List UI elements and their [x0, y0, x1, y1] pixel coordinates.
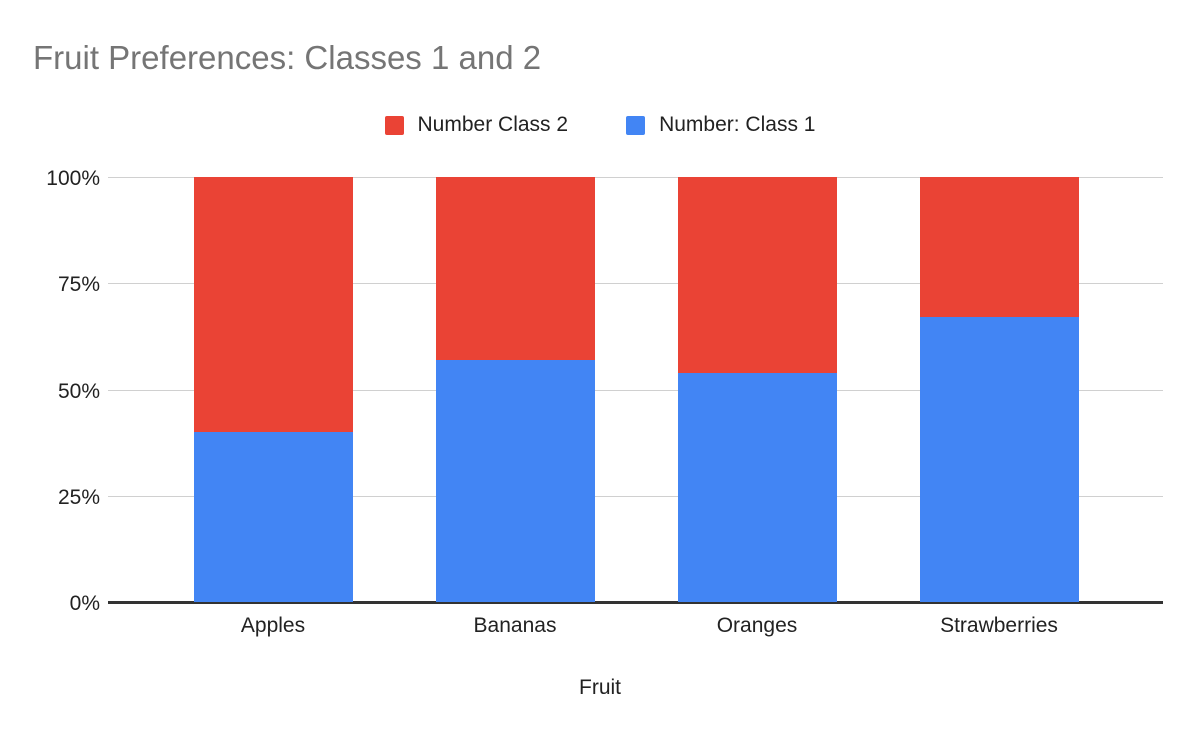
bar-group-oranges[interactable] — [678, 177, 837, 602]
x-tick-label-bananas: Bananas — [473, 614, 557, 637]
y-tick-label-25: 25% — [57, 486, 100, 509]
bar-segment-class2-bananas[interactable] — [436, 177, 595, 360]
bar-segment-class2-apples[interactable] — [194, 177, 353, 432]
x-tick-label-apples: Apples — [240, 614, 306, 637]
bar-group-apples[interactable] — [194, 177, 353, 602]
y-tick-label-100: 100% — [46, 167, 100, 190]
y-tick-label-50: 50% — [57, 380, 100, 403]
x-tick-label-oranges: Oranges — [716, 614, 798, 637]
x-axis-title: Fruit — [579, 676, 621, 699]
plot-area: 100% 75% 50% 25% 0% Apples Bananas Orang… — [0, 0, 1200, 742]
bar-group-strawberries[interactable] — [920, 177, 1079, 602]
chart-container: Fruit Preferences: Classes 1 and 2 Numbe… — [0, 0, 1200, 742]
x-tick-label-strawberries: Strawberries — [940, 614, 1058, 637]
bar-segment-class1-oranges[interactable] — [678, 373, 837, 602]
bar-segment-class1-apples[interactable] — [194, 432, 353, 602]
bar-segment-class1-strawberries[interactable] — [920, 317, 1079, 602]
bar-segment-class2-strawberries[interactable] — [920, 177, 1079, 317]
bar-group-bananas[interactable] — [436, 177, 595, 602]
y-tick-label-75: 75% — [57, 273, 100, 296]
bar-segment-class1-bananas[interactable] — [436, 360, 595, 602]
bar-segment-class2-oranges[interactable] — [678, 177, 837, 373]
y-tick-label-0: 0% — [69, 592, 100, 615]
